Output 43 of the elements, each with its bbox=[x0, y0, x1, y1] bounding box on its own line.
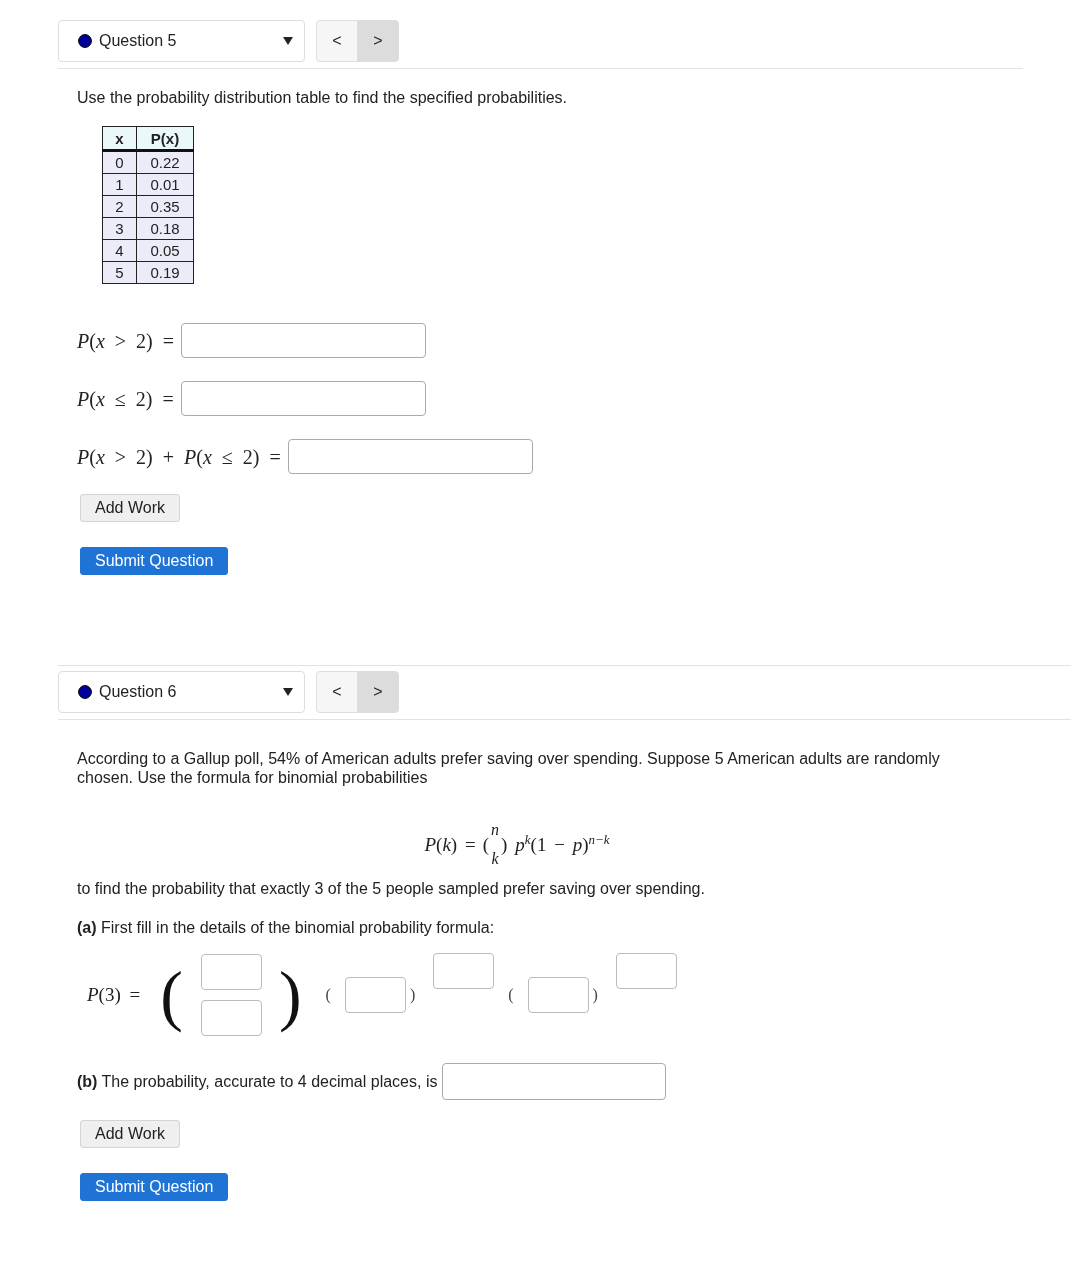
submit-button[interactable]: Submit Question bbox=[80, 1173, 229, 1201]
answer-field[interactable] bbox=[181, 323, 426, 358]
previous-button[interactable]: < bbox=[316, 20, 358, 62]
table-cell: 2 bbox=[102, 195, 137, 218]
parenthesis: ( bbox=[325, 986, 331, 1003]
answer-field[interactable] bbox=[200, 999, 262, 1036]
answer-field[interactable] bbox=[200, 953, 262, 990]
question-text: (b) The probability, accurate to 4 decimal places, is bbox=[77, 1072, 438, 1091]
math-expression: P(x > 2) + P(x ≤ 2) = bbox=[77, 444, 281, 469]
submit-button[interactable]: Submit Question bbox=[80, 547, 229, 575]
question-text: to find the probability that exactly 3 of the 5 people sampled prefer saving over spending. bbox=[77, 879, 706, 898]
answer-field[interactable] bbox=[344, 976, 406, 1013]
table-cell: 5 bbox=[102, 261, 137, 284]
table-cell: 4 bbox=[102, 239, 137, 262]
table-cell: 3 bbox=[102, 217, 137, 240]
answer-field[interactable] bbox=[527, 976, 589, 1013]
table-header-cell: x bbox=[102, 126, 137, 151]
question-select[interactable]: Question 5 bbox=[58, 20, 305, 62]
parenthesis: ) bbox=[409, 986, 416, 1003]
parenthesis: ( bbox=[508, 986, 514, 1003]
exponent-field[interactable] bbox=[615, 953, 677, 989]
math-expression: P(x ≤ 2) = bbox=[77, 386, 174, 411]
add-work-button[interactable]: Add Work bbox=[80, 1120, 180, 1148]
previous-button[interactable]: < bbox=[316, 671, 358, 713]
exponent-field[interactable] bbox=[433, 953, 495, 989]
question-text: Use the probability distribution table to find the specified probabilities. bbox=[77, 88, 569, 107]
math-expression: P(3) = bbox=[87, 985, 141, 1004]
question-text: According to a Gallup poll, 54% of American adults prefer saving over spending. Suppose 5 American adults are randomly chosen. Use the formula for binomial probabilities bbox=[77, 749, 941, 787]
caret-icon bbox=[283, 688, 293, 696]
table-cell: 1 bbox=[102, 173, 137, 196]
answer-field[interactable] bbox=[180, 381, 426, 416]
table-cell: 0 bbox=[102, 150, 137, 174]
math-expression: P(x > 2) = bbox=[77, 328, 174, 353]
question-text: (a) First fill in the details of the binomial probability formula: bbox=[77, 918, 496, 937]
caret-icon bbox=[283, 37, 293, 45]
question-select[interactable]: Question 6 bbox=[58, 671, 305, 713]
add-work-button[interactable]: Add Work bbox=[80, 494, 180, 522]
answer-field[interactable] bbox=[442, 1063, 667, 1100]
next-button[interactable]: > bbox=[357, 671, 399, 713]
answer-field[interactable] bbox=[287, 439, 533, 474]
next-button[interactable]: > bbox=[357, 20, 399, 62]
parenthesis: ) bbox=[592, 986, 598, 1003]
table-header-cell: P(x) bbox=[136, 126, 194, 151]
